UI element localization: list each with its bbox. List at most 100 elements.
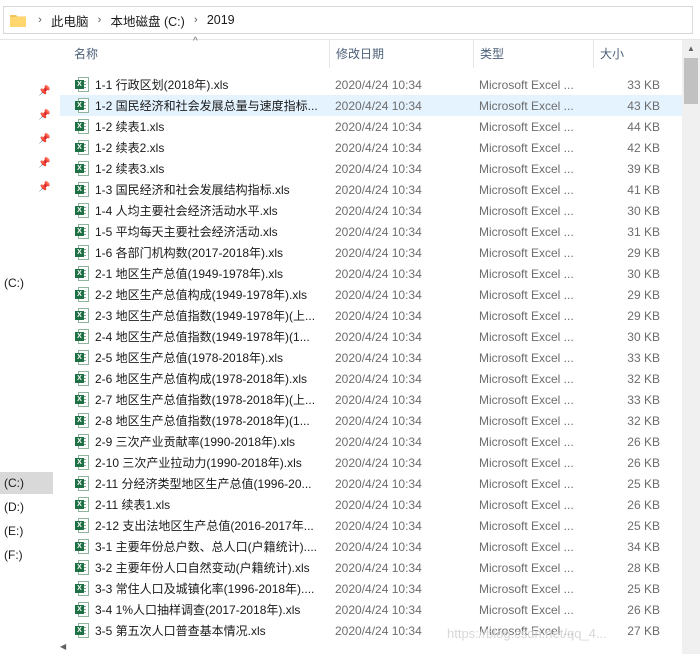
chevron-right-icon[interactable]: › <box>29 14 51 26</box>
file-name-cell: X 2-11 续表1.xls <box>60 496 330 513</box>
file-row[interactable]: X 2-4 地区生产总值指数(1949-1978年)(1... 2020/4/24 … <box>60 326 682 347</box>
file-name-cell: X 2-1 地区生产总值(1949-1978年).xls <box>60 265 330 282</box>
horizontal-scrollbar[interactable]: ◀ <box>60 642 682 654</box>
file-date: 2020/4/24 10:34 <box>335 350 422 365</box>
excel-file-icon: X <box>75 560 89 575</box>
file-type: Microsoft Excel ... <box>479 182 574 197</box>
file-row[interactable]: X 1-6 各部门机构数(2017-2018年).xls 2020/4/24 10:… <box>60 242 682 263</box>
vertical-scrollbar[interactable]: ▲ <box>682 40 700 654</box>
file-name: 1-5 平均每天主要社会经济活动.xls <box>95 225 278 239</box>
file-row[interactable]: X 2-12 支出法地区生产总值(2016-2017年... 2020/4/24 1… <box>60 515 682 536</box>
file-row[interactable]: X 2-10 三次产业拉动力(1990-2018年).xls 2020/4/24 1… <box>60 452 682 473</box>
column-type[interactable]: 类型 <box>474 40 594 68</box>
file-row[interactable]: X 2-9 三次产业贡献率(1990-2018年).xls 2020/4/24 10… <box>60 431 682 452</box>
file-row[interactable]: X 1-3 国民经济和社会发展结构指标.xls 2020/4/24 10:34 Mic… <box>60 179 682 200</box>
file-type: Microsoft Excel ... <box>479 224 574 239</box>
file-row[interactable]: X 1-5 平均每天主要社会经济活动.xls 2020/4/24 10:34 Micr… <box>60 221 682 242</box>
file-date: 2020/4/24 10:34 <box>335 245 422 260</box>
file-row[interactable]: X 1-2 续表3.xls 2020/4/24 10:34 Microsoft Exc… <box>60 158 682 179</box>
nav-drive-f[interactable]: (F:) <box>0 544 53 566</box>
file-name: 1-6 各部门机构数(2017-2018年).xls <box>95 246 284 260</box>
column-name[interactable]: 名称 <box>60 40 330 68</box>
file-row[interactable]: X 3-2 主要年份人口自然变动(户籍统计).xls 2020/4/24 10:34… <box>60 557 682 578</box>
file-date: 2020/4/24 10:34 <box>335 266 422 281</box>
pin-icon: 📌 <box>38 158 51 169</box>
file-rows: X 1-1 行政区划(2018年).xls 2020/4/24 10:34 Micro… <box>60 74 682 641</box>
file-name: 2-6 地区生产总值构成(1978-2018年).xls <box>95 372 308 386</box>
file-row[interactable]: X 1-1 行政区划(2018年).xls 2020/4/24 10:34 Micro… <box>60 74 682 95</box>
excel-file-icon: X <box>75 266 89 281</box>
column-size[interactable]: 大小 <box>594 40 672 68</box>
file-name: 2-10 三次产业拉动力(1990-2018年).xls <box>95 456 302 470</box>
excel-file-icon: X <box>75 623 89 638</box>
excel-file-icon: X <box>75 161 89 176</box>
file-row[interactable]: X 2-6 地区生产总值构成(1978-2018年).xls 2020/4/24 1… <box>60 368 682 389</box>
column-date-modified[interactable]: 修改日期 <box>330 40 474 68</box>
file-name: 2-7 地区生产总值指数(1978-2018年)(上... <box>95 393 316 407</box>
file-size: 44 KB <box>627 119 660 134</box>
file-name-cell: X 2-8 地区生产总值指数(1978-2018年)(1... <box>60 412 330 429</box>
file-row[interactable]: X 1-2 续表1.xls 2020/4/24 10:34 Microsoft Exc… <box>60 116 682 137</box>
file-row[interactable]: X 2-2 地区生产总值构成(1949-1978年).xls 2020/4/24 1… <box>60 284 682 305</box>
scroll-left-icon[interactable]: ◀ <box>60 642 66 651</box>
file-size: 26 KB <box>627 497 660 512</box>
chevron-right-icon[interactable]: › <box>185 14 207 26</box>
file-name-cell: X 1-2 续表1.xls <box>60 118 330 135</box>
excel-file-icon: X <box>75 539 89 554</box>
file-date: 2020/4/24 10:34 <box>335 98 422 113</box>
file-date: 2020/4/24 10:34 <box>335 287 422 302</box>
pin-icon: 📌 <box>38 110 51 121</box>
file-name-cell: X 1-4 人均主要社会经济活动水平.xls <box>60 202 330 219</box>
file-row[interactable]: X 1-2 续表2.xls 2020/4/24 10:34 Microsoft Exc… <box>60 137 682 158</box>
file-row[interactable]: X 2-8 地区生产总值指数(1978-2018年)(1... 2020/4/24 … <box>60 410 682 431</box>
file-row[interactable]: X 1-4 人均主要社会经济活动水平.xls 2020/4/24 10:34 Micr… <box>60 200 682 221</box>
file-row[interactable]: X 2-11 分经济类型地区生产总值(1996-20... 2020/4/24 10… <box>60 473 682 494</box>
breadcrumb-this-pc[interactable]: 此电脑 <box>51 11 89 30</box>
file-row[interactable]: X 2-5 地区生产总值(1978-2018年).xls 2020/4/24 10:… <box>60 347 682 368</box>
chevron-right-icon[interactable]: › <box>89 14 111 26</box>
file-date: 2020/4/24 10:34 <box>335 476 422 491</box>
file-name-cell: X 2-11 分经济类型地区生产总值(1996-20... <box>60 475 330 492</box>
file-name: 1-2 续表3.xls <box>95 162 165 176</box>
file-row[interactable]: X 3-4 1%人口抽样调查(2017-2018年).xls 2020/4/24 1… <box>60 599 682 620</box>
excel-file-icon: X <box>75 98 89 113</box>
file-size: 41 KB <box>627 182 660 197</box>
file-date: 2020/4/24 10:34 <box>335 518 422 533</box>
excel-file-icon: X <box>75 371 89 386</box>
file-date: 2020/4/24 10:34 <box>335 497 422 512</box>
file-name-cell: X 2-7 地区生产总值指数(1978-2018年)(上... <box>60 391 330 408</box>
file-date: 2020/4/24 10:34 <box>335 119 422 134</box>
file-row[interactable]: X 2-1 地区生产总值(1949-1978年).xls 2020/4/24 10:… <box>60 263 682 284</box>
file-type: Microsoft Excel ... <box>479 497 574 512</box>
file-size: 28 KB <box>627 560 660 575</box>
excel-file-icon: X <box>75 308 89 323</box>
file-name: 2-12 支出法地区生产总值(2016-2017年... <box>95 519 314 533</box>
scrollbar-thumb[interactable] <box>684 58 698 104</box>
excel-file-icon: X <box>75 350 89 365</box>
nav-drive-c-quick[interactable]: (C:) <box>0 272 53 294</box>
file-row[interactable]: X 2-11 续表1.xls 2020/4/24 10:34 Microsoft Ex… <box>60 494 682 515</box>
scroll-up-icon[interactable]: ▲ <box>682 40 700 57</box>
file-type: Microsoft Excel ... <box>479 602 574 617</box>
file-size: 25 KB <box>627 581 660 596</box>
file-row[interactable]: X 1-2 国民经济和社会发展总量与速度指标... 2020/4/24 10:34 M… <box>60 95 682 116</box>
file-name: 3-2 主要年份人口自然变动(户籍统计).xls <box>95 561 310 575</box>
file-row[interactable]: X 3-1 主要年份总户数、总人口(户籍统计).... 2020/4/24 10:3… <box>60 536 682 557</box>
file-row[interactable]: X 3-3 常住人口及城镇化率(1996-2018年).... 2020/4/24 … <box>60 578 682 599</box>
file-name: 1-1 行政区划(2018年).xls <box>95 78 229 92</box>
file-row[interactable]: X 2-3 地区生产总值指数(1949-1978年)(上... 2020/4/24 … <box>60 305 682 326</box>
pin-icon: 📌 <box>38 182 51 193</box>
nav-drive-d[interactable]: (D:) <box>0 496 53 518</box>
file-size: 32 KB <box>627 413 660 428</box>
nav-drive-e[interactable]: (E:) <box>0 520 53 542</box>
nav-drive-c[interactable]: (C:) <box>0 472 53 494</box>
file-row[interactable]: X 2-7 地区生产总值指数(1978-2018年)(上... 2020/4/24 … <box>60 389 682 410</box>
file-name-cell: X 1-2 国民经济和社会发展总量与速度指标... <box>60 97 330 114</box>
breadcrumb-local-disk[interactable]: 本地磁盘 (C:) <box>111 11 185 30</box>
file-name: 1-2 续表1.xls <box>95 120 165 134</box>
address-field[interactable]: › 此电脑 › 本地磁盘 (C:) › 2019 <box>3 6 693 34</box>
file-type: Microsoft Excel ... <box>479 119 574 134</box>
file-name: 2-5 地区生产总值(1978-2018年).xls <box>95 351 284 365</box>
breadcrumb-folder-2019[interactable]: 2019 <box>207 13 235 27</box>
excel-file-icon: X <box>75 119 89 134</box>
